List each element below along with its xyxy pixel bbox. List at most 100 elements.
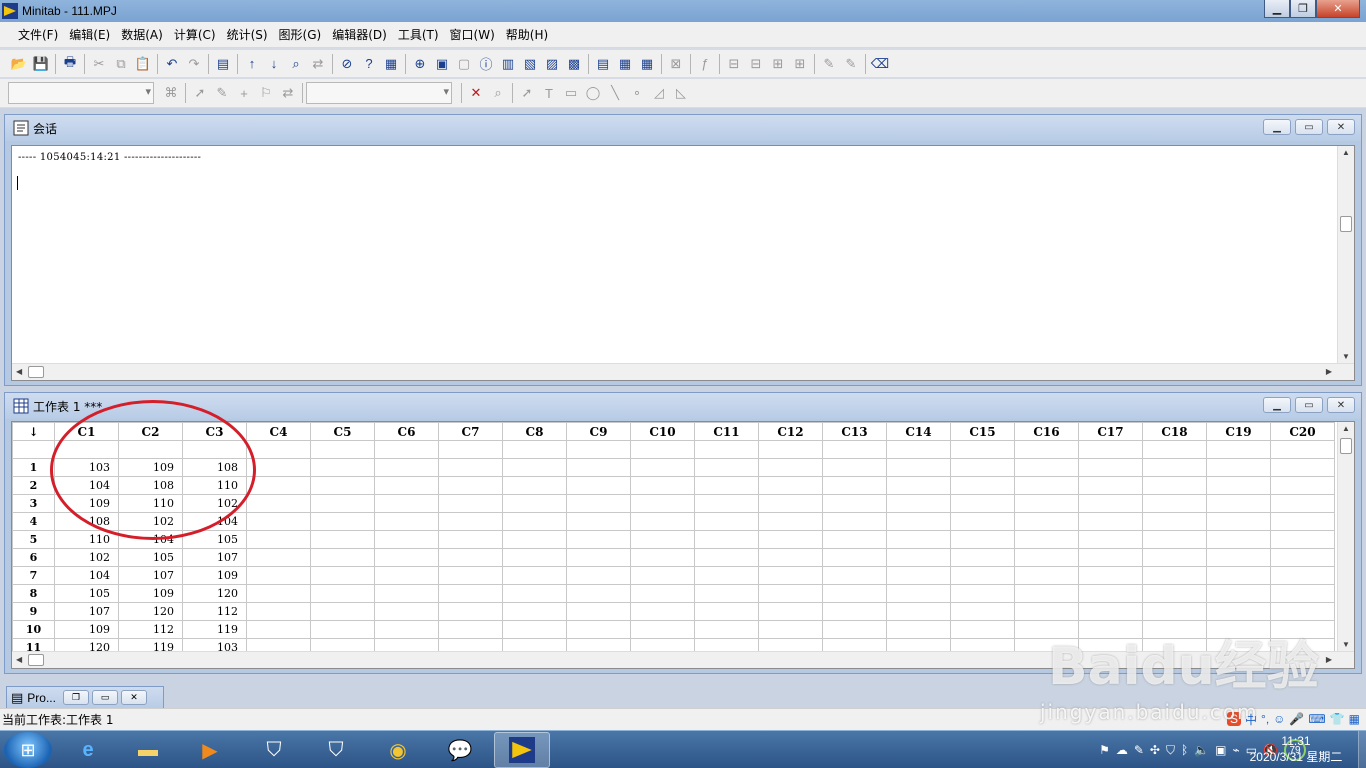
data-cell[interactable] xyxy=(566,530,631,549)
column-header-c13[interactable]: C13 xyxy=(822,422,887,441)
save-icon[interactable]: 💾 xyxy=(30,53,52,75)
data-cell[interactable]: 110 xyxy=(182,476,247,495)
insert-cells-icon[interactable]: ⊟ xyxy=(723,53,745,75)
data-cell[interactable]: 109 xyxy=(118,458,183,477)
data-cell[interactable] xyxy=(758,584,823,603)
column-name-cell[interactable] xyxy=(758,440,823,459)
data-cell[interactable] xyxy=(438,602,503,621)
worksheet-close-button[interactable]: ✕ xyxy=(1327,397,1355,413)
data-cell[interactable] xyxy=(1014,620,1079,639)
close-button[interactable]: ✕ xyxy=(1316,0,1360,18)
row-header[interactable]: 2 xyxy=(12,476,55,495)
data-cell[interactable]: 109 xyxy=(54,620,119,639)
data-cell[interactable] xyxy=(566,620,631,639)
data-cell[interactable] xyxy=(630,602,695,621)
data-cell[interactable] xyxy=(822,548,887,567)
data-cell[interactable] xyxy=(886,548,951,567)
column-name-cell[interactable] xyxy=(1206,440,1271,459)
data-cell[interactable]: 102 xyxy=(54,548,119,567)
data-cell[interactable]: 109 xyxy=(182,566,247,585)
column-name-cell[interactable] xyxy=(1270,440,1335,459)
shield-tray-icon[interactable]: ⛉ xyxy=(1166,743,1175,758)
data-cell[interactable]: 110 xyxy=(118,494,183,513)
stat-guide-icon[interactable]: ▦ xyxy=(380,53,402,75)
info-icon[interactable]: ⓘ xyxy=(475,53,497,75)
wechat-icon[interactable]: 💬 xyxy=(432,732,488,768)
data-cell[interactable]: 112 xyxy=(182,602,247,621)
data-cell[interactable] xyxy=(694,602,759,621)
row-header[interactable]: 10 xyxy=(12,620,55,639)
scroll-thumb[interactable] xyxy=(28,366,44,378)
row-header[interactable]: 1 xyxy=(12,458,55,477)
media-player-icon[interactable]: ▶ xyxy=(182,732,238,768)
data-cell[interactable] xyxy=(1014,548,1079,567)
data-cell[interactable]: 109 xyxy=(54,494,119,513)
close-all-graphs-icon[interactable]: ⊠ xyxy=(665,53,687,75)
data-cell[interactable] xyxy=(758,602,823,621)
data-cell[interactable]: 102 xyxy=(118,512,183,531)
data-cell[interactable] xyxy=(438,620,503,639)
data-cell[interactable] xyxy=(1270,512,1335,531)
data-cell[interactable] xyxy=(950,584,1015,603)
data-cell[interactable]: 119 xyxy=(182,620,247,639)
data-cell[interactable] xyxy=(374,602,439,621)
data-cell[interactable] xyxy=(886,512,951,531)
menu-graph[interactable]: 图形(G) xyxy=(279,26,322,43)
scroll-thumb[interactable] xyxy=(28,654,44,666)
scroll-up-icon[interactable]: ▲ xyxy=(1342,148,1350,157)
arrow-up-icon[interactable]: ↑ xyxy=(241,53,263,75)
data-cell[interactable] xyxy=(310,566,375,585)
ime-emoji-icon[interactable]: ☺ xyxy=(1273,712,1285,726)
data-cell[interactable] xyxy=(246,566,311,585)
data-cell[interactable] xyxy=(502,566,567,585)
data-cell[interactable] xyxy=(566,494,631,513)
column-name-cell[interactable] xyxy=(374,440,439,459)
data-cell[interactable] xyxy=(1206,548,1271,567)
move-columns-icon[interactable]: ⊞ xyxy=(789,53,811,75)
data-cell[interactable] xyxy=(758,548,823,567)
select-icon[interactable]: ➚ xyxy=(189,82,211,104)
data-cell[interactable] xyxy=(566,548,631,567)
data-cell[interactable] xyxy=(1078,620,1143,639)
data-cell[interactable] xyxy=(630,548,695,567)
data-cell[interactable] xyxy=(1270,566,1335,585)
column-header-c5[interactable]: C5 xyxy=(310,422,375,441)
data-cell[interactable] xyxy=(566,476,631,495)
data-cell[interactable] xyxy=(1142,602,1207,621)
data-cell[interactable] xyxy=(886,602,951,621)
ime-keyboard-icon[interactable]: ⌨ xyxy=(1308,712,1325,726)
column-name-cell[interactable] xyxy=(566,440,631,459)
data-cell[interactable] xyxy=(1014,476,1079,495)
data-cell[interactable] xyxy=(566,584,631,603)
data-cell[interactable] xyxy=(438,494,503,513)
data-cell[interactable] xyxy=(310,512,375,531)
data-cell[interactable] xyxy=(694,584,759,603)
data-cell[interactable] xyxy=(1078,530,1143,549)
data-cell[interactable] xyxy=(886,494,951,513)
system-clock[interactable]: 11:31 2020/3/31 星期二 xyxy=(1236,733,1356,765)
data-cell[interactable] xyxy=(950,566,1015,585)
data-cell[interactable] xyxy=(246,620,311,639)
data-cell[interactable] xyxy=(694,512,759,531)
pointer-icon[interactable]: ➚ xyxy=(516,82,538,104)
menu-data[interactable]: 数据(A) xyxy=(121,26,163,43)
report-pad-icon[interactable]: ▧ xyxy=(519,53,541,75)
show-graphs-icon[interactable]: ▦ xyxy=(636,53,658,75)
project-manager-icon[interactable]: ▤ xyxy=(592,53,614,75)
data-cell[interactable] xyxy=(694,494,759,513)
column-header-c14[interactable]: C14 xyxy=(886,422,951,441)
session-window-icon[interactable]: ⊕ xyxy=(409,53,431,75)
row-header[interactable]: 8 xyxy=(12,584,55,603)
data-cell[interactable] xyxy=(886,476,951,495)
ellipse-tool-icon[interactable]: ◯ xyxy=(582,82,604,104)
menu-tools[interactable]: 工具(T) xyxy=(398,26,439,43)
data-cell[interactable] xyxy=(630,512,695,531)
data-cell[interactable] xyxy=(246,548,311,567)
column-name-cell[interactable] xyxy=(54,440,119,459)
data-cell[interactable] xyxy=(822,530,887,549)
wechat-tray-icon[interactable]: ☁ xyxy=(1116,743,1128,757)
column-name-cell[interactable] xyxy=(886,440,951,459)
data-cell[interactable] xyxy=(1142,548,1207,567)
session-close-button[interactable]: ✕ xyxy=(1327,119,1355,135)
data-cell[interactable] xyxy=(694,566,759,585)
